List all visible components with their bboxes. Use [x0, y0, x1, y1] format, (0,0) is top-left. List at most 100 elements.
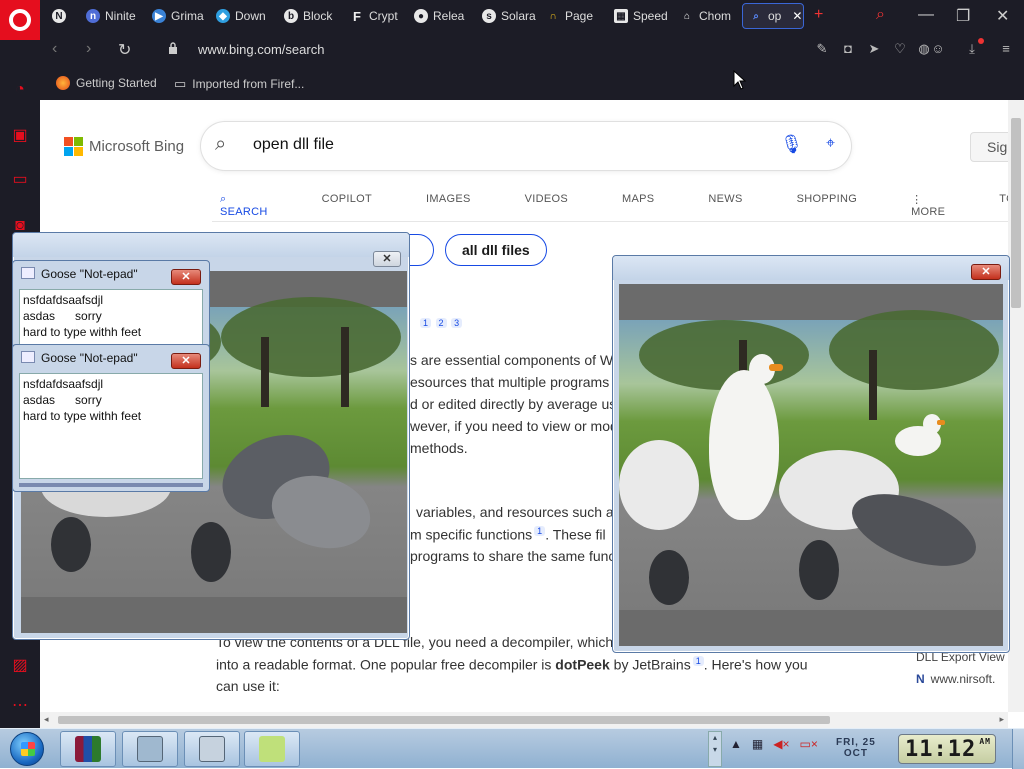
close-tab-icon[interactable]: ✕ [792, 9, 802, 23]
store-icon[interactable]: ▣ [10, 126, 30, 146]
search-box[interactable]: ⌕ open dll file 🎙 ⌖ [201, 122, 851, 170]
tab-images[interactable]: IMAGES [418, 193, 479, 235]
reload-icon[interactable]: ↻ [118, 40, 131, 60]
window-titlebar[interactable] [13, 233, 409, 257]
tab-maps[interactable]: MAPS [614, 193, 662, 235]
maximize-icon[interactable]: ❐ [956, 6, 970, 26]
tab-videos[interactable]: VIDEOS [517, 193, 576, 235]
horizontal-scrollbar[interactable]: ◂ ▸ [40, 712, 1008, 728]
vertical-scrollbar[interactable] [1008, 100, 1024, 712]
image-icon[interactable]: ▨ [10, 656, 30, 676]
tray-expand-icon[interactable]: ▲ [730, 737, 742, 751]
tab-speed[interactable]: ▦ Speed [614, 4, 668, 28]
camera-icon[interactable]: ◘ [840, 41, 856, 57]
citation-3[interactable]: 3 [451, 318, 463, 328]
show-desktop-button[interactable] [1012, 729, 1024, 769]
menu-icon[interactable]: ≡ [998, 41, 1014, 57]
tab-news[interactable]: NEWS [700, 193, 750, 235]
notepad-text-area[interactable]: nsfdafdsaafsdjl asdas sorry hard to type w… [19, 373, 203, 479]
citation-inline[interactable]: 1 [692, 656, 704, 666]
close-icon[interactable]: ✕ [171, 269, 201, 285]
close-icon[interactable]: ✕ [971, 264, 1001, 280]
download-icon[interactable]: ⤓ [964, 41, 980, 57]
citation-1[interactable]: 1 [420, 318, 432, 328]
goose-video-window-right[interactable]: ✕ [612, 255, 1010, 653]
tab-page[interactable]: ∩ Page [546, 4, 598, 28]
scroll-thumb[interactable] [1011, 118, 1021, 308]
new-tab-icon[interactable]: + [814, 6, 823, 24]
taskbar-app-2[interactable] [122, 731, 178, 767]
opera-menu-button[interactable] [0, 0, 40, 40]
window-titlebar[interactable] [613, 256, 1009, 280]
tab-1[interactable]: N [52, 4, 66, 28]
tab-grima[interactable]: ▶ Grima [152, 4, 208, 28]
taskbar-app-3[interactable] [184, 731, 240, 767]
tab-block[interactable]: b Block [284, 4, 336, 28]
search-input[interactable]: open dll file [253, 136, 334, 154]
goose-notepad-window-2[interactable]: Goose "Not-epad" ✕ nsfdafdsaafsdjl asdas … [12, 344, 210, 492]
forward-icon[interactable]: › [86, 40, 91, 58]
bank-icon: ⌂ [683, 10, 691, 22]
scroll-thumb[interactable] [58, 716, 830, 724]
notepad-text-area[interactable]: nsfdafdsaafsdjl asdas sorry hard to type w… [19, 289, 203, 345]
tab-label: Chom [699, 9, 732, 23]
tab-crypt[interactable]: F Crypt [350, 4, 400, 28]
tab-ninite[interactable]: n Ninite [86, 4, 146, 28]
visual-search-icon[interactable]: ⌖ [826, 135, 835, 153]
back-icon[interactable]: ‹ [52, 40, 57, 58]
bing-logo[interactable]: Microsoft Bing [64, 137, 184, 156]
heart-icon[interactable]: ♡ [892, 41, 908, 57]
close-icon[interactable]: ✕ [171, 353, 201, 369]
bookmark-folder-imported[interactable]: ▭ Imported from Firef... [174, 76, 304, 92]
tab-more[interactable]: ⋮ MORE [903, 193, 953, 235]
tab-search[interactable]: ⌕ SEARCH [212, 193, 276, 235]
taskbar-goose[interactable] [244, 731, 300, 767]
tab-chom[interactable]: ⌂ Chom [680, 4, 734, 28]
notepad-icon [21, 351, 35, 363]
speed-dial-icon[interactable]: ◔ [10, 80, 30, 100]
close-window-icon[interactable]: ✕ [996, 6, 1009, 26]
tab-release[interactable]: ● Relea [414, 4, 466, 28]
tab-label: Page [565, 9, 594, 23]
tab-copilot[interactable]: COPILOT [314, 193, 380, 235]
search-tabs-icon[interactable]: ⌕ [876, 6, 885, 24]
citation-inline[interactable]: 1 [534, 526, 546, 536]
send-icon[interactable]: ➤ [866, 41, 882, 57]
status-strip [19, 483, 203, 487]
edit-icon[interactable]: ✎ [814, 41, 830, 57]
more-icon[interactable]: ⋯ [10, 696, 30, 716]
tab-down[interactable]: ◆ Down [216, 4, 274, 28]
tab-label: Ninite [105, 9, 136, 23]
network-icon[interactable]: ▦ [752, 737, 763, 751]
power-icon[interactable]: ▭× [799, 737, 817, 751]
volume-muted-icon[interactable]: ◀× [773, 737, 789, 751]
account-icon[interactable]: ☺ [930, 41, 946, 57]
tab-active-bing[interactable]: ⌕ op ✕ [742, 3, 804, 29]
opera-icon [9, 9, 31, 31]
clock-display[interactable]: 11:12 AM [898, 734, 996, 764]
bookmark-getting-started[interactable]: Getting Started [56, 76, 157, 90]
tab-label: Relea [433, 9, 465, 23]
f-icon: F [353, 8, 361, 24]
block-icon: b [284, 9, 298, 23]
goose-notepad-window-1[interactable]: Goose "Not-epad" ✕ nsfdafdsaafsdjl asdas … [12, 260, 210, 348]
url-field[interactable]: www.bing.com/search [198, 42, 324, 57]
tab-shopping[interactable]: SHOPPING [789, 193, 865, 235]
scroll-left-icon[interactable]: ◂ [44, 714, 49, 725]
citation-2[interactable]: 2 [435, 318, 447, 328]
date-display[interactable]: FRI, 25 OCT [836, 737, 876, 759]
tab-solara[interactable]: s Solara [482, 4, 536, 28]
taskbar-scroll[interactable]: ▴ ▾ [708, 731, 722, 767]
related-chip-all-dll-files[interactable]: all dll files [445, 234, 547, 266]
tab-label: SEARCH [220, 206, 268, 218]
scroll-right-icon[interactable]: ▸ [999, 714, 1004, 725]
search-icon: ⌕ [215, 133, 227, 155]
close-icon[interactable]: ✕ [373, 251, 401, 267]
side-link-url[interactable]: www.nirsoft. [931, 672, 996, 686]
minimize-icon[interactable]: — [918, 6, 934, 24]
twitch-icon[interactable]: ▭ [10, 170, 30, 190]
taskbar-winrar[interactable] [60, 731, 116, 767]
start-button[interactable] [2, 730, 52, 768]
microphone-icon[interactable]: 🎙 [780, 134, 803, 155]
address-bar: ‹ › ↻ www.bing.com/search ✎ ◘ ➤ ♡ ◍ ☺ ⤓ … [40, 32, 1024, 68]
